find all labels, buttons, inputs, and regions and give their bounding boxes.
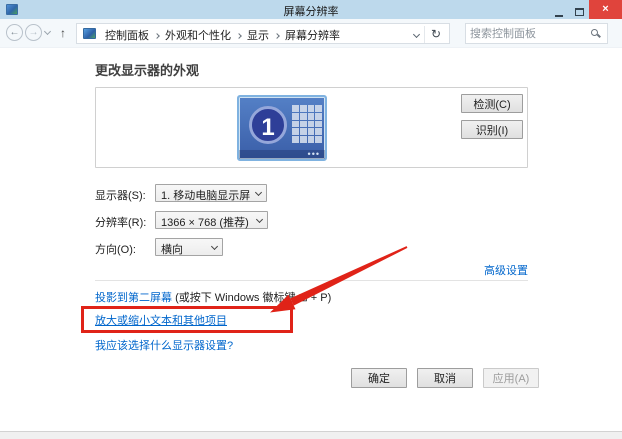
monitor-taskbar: ••• — [239, 150, 325, 159]
orientation-select[interactable]: 横向 — [155, 238, 223, 256]
up-button[interactable]: ↑ — [55, 23, 71, 43]
arrow-up-icon: ↑ — [60, 26, 66, 40]
maximize-icon — [575, 8, 584, 16]
project-row: 投影到第二屏幕 (或按下 Windows 徽标键 ⊞ + P) — [95, 289, 331, 305]
breadcrumb-item-appearance[interactable]: 外观和个性化 — [163, 27, 233, 43]
arrow-right-icon: → — [29, 27, 39, 38]
address-divider — [424, 26, 425, 43]
advanced-settings-link[interactable]: 高级设置 — [484, 262, 528, 278]
chevron-down-icon — [211, 243, 218, 250]
chevron-down-icon — [256, 216, 263, 223]
page-title: 更改显示器的外观 — [95, 60, 199, 79]
recent-pages-chevron-down-icon[interactable] — [44, 28, 51, 35]
breadcrumb-separator-icon — [154, 33, 160, 39]
location-icon — [83, 28, 96, 39]
search-box — [465, 23, 608, 44]
close-button[interactable]: × — [589, 0, 622, 19]
monitor-number-badge: 1 — [249, 106, 287, 144]
close-icon: × — [602, 3, 608, 15]
make-text-larger-link[interactable]: 放大或缩小文本和其他项目 — [95, 312, 227, 328]
apply-button: 应用(A) — [483, 368, 539, 388]
breadcrumb-item-control-panel[interactable]: 控制面板 — [103, 27, 151, 43]
breadcrumb: 控制面板外观和个性化显示屏幕分辨率 — [103, 27, 342, 43]
search-icon[interactable] — [591, 29, 598, 36]
screen-resolution-window: 屏幕分辨率 × ← → ↑ 控制面板外观和个性化显示屏幕分辨率 ↻ 更改显示器的… — [0, 0, 622, 432]
cancel-button[interactable]: 取消 — [417, 368, 473, 388]
minimize-button[interactable] — [549, 0, 569, 19]
what-settings-link[interactable]: 我应该选择什么显示器设置? — [95, 337, 233, 353]
project-hint-text: (或按下 Windows 徽标键 ⊞ + P) — [175, 292, 331, 304]
chevron-down-icon — [255, 189, 262, 196]
breadcrumb-separator-icon — [274, 33, 280, 39]
forward-button[interactable]: → — [25, 24, 42, 41]
maximize-button[interactable] — [569, 0, 589, 19]
navigation-toolbar: ← → ↑ 控制面板外观和个性化显示屏幕分辨率 ↻ — [0, 19, 622, 48]
breadcrumb-item-screen-resolution[interactable]: 屏幕分辨率 — [283, 27, 342, 43]
resolution-select-value: 1366 × 768 (推荐) — [161, 217, 249, 229]
project-second-screen-link[interactable]: 投影到第二屏幕 — [95, 292, 172, 304]
search-input[interactable] — [470, 25, 588, 42]
orientation-label: 方向(O): — [95, 241, 136, 257]
window-title: 屏幕分辨率 — [0, 3, 622, 19]
title-bar: 屏幕分辨率 × — [0, 0, 622, 19]
breadcrumb-separator-icon — [236, 33, 242, 39]
refresh-button[interactable]: ↻ — [426, 25, 446, 43]
breadcrumb-item-display[interactable]: 显示 — [245, 27, 271, 43]
identify-button[interactable]: 识别(I) — [461, 120, 523, 139]
detect-button[interactable]: 检测(C) — [461, 94, 523, 113]
orientation-select-value: 横向 — [161, 244, 183, 256]
back-button[interactable]: ← — [6, 24, 23, 41]
address-bar[interactable]: 控制面板外观和个性化显示屏幕分辨率 ↻ — [76, 23, 450, 44]
resolution-label: 分辨率(R): — [95, 214, 146, 230]
ok-button[interactable]: 确定 — [351, 368, 407, 388]
display-label: 显示器(S): — [95, 187, 146, 203]
display-preview-panel: 1 ••• 检测(C) 识别(I) — [95, 87, 528, 168]
monitor-dots-icon: ••• — [308, 150, 320, 159]
arrow-left-icon: ← — [10, 27, 20, 38]
address-chevron-down-icon[interactable] — [413, 31, 420, 38]
display-select[interactable]: 1. 移动电脑显示屏 — [155, 184, 267, 202]
start-screen-tiles-icon — [292, 105, 322, 143]
display-select-value: 1. 移动电脑显示屏 — [161, 190, 250, 202]
refresh-icon: ↻ — [431, 27, 441, 41]
monitor-preview[interactable]: 1 ••• — [237, 95, 327, 161]
resolution-select[interactable]: 1366 × 768 (推荐) — [155, 211, 268, 229]
minimize-icon — [555, 15, 563, 17]
separator — [95, 280, 528, 281]
